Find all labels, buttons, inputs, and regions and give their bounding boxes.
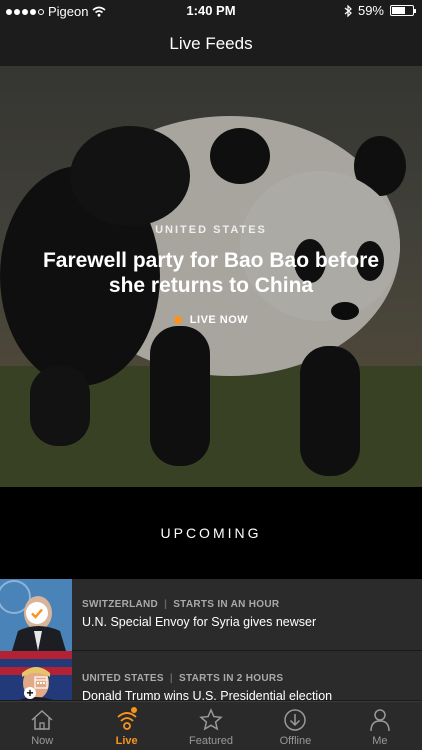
- item-meta: SWITZERLAND | STARTS IN AN HOUR: [82, 599, 279, 610]
- item-title: U.N. Special Envoy for Syria gives newse…: [82, 615, 317, 629]
- upcoming-label: UPCOMING: [160, 525, 262, 541]
- item-start-time: STARTS IN AN HOUR: [173, 599, 280, 610]
- hero-region: UNITED STATES: [155, 224, 267, 236]
- reminder-set-badge[interactable]: [26, 602, 48, 624]
- battery-level: [392, 7, 405, 14]
- tab-label: Now: [31, 735, 54, 747]
- hero-text: UNITED STATES Farewell party for Bao Bao…: [0, 224, 422, 329]
- live-now-label: LIVE NOW: [189, 314, 249, 326]
- hero-live-feed[interactable]: UNITED STATES Farewell party for Bao Bao…: [0, 66, 422, 487]
- tab-label: Featured: [189, 735, 234, 747]
- status-right: 59%: [344, 3, 416, 18]
- home-icon: [31, 709, 53, 730]
- page-title: Live Feeds: [169, 34, 253, 53]
- bluetooth-icon: [344, 4, 352, 17]
- item-start-time: STARTS IN 2 HOURS: [178, 673, 284, 684]
- download-icon: [284, 709, 307, 731]
- calendar-add-icon: [34, 676, 48, 689]
- upcoming-header: UPCOMING: [0, 487, 422, 579]
- item-region: UNITED STATES: [82, 673, 164, 684]
- tab-me[interactable]: Me: [338, 702, 422, 750]
- tab-offline[interactable]: Offline: [253, 702, 337, 750]
- meta-divider: |: [169, 673, 173, 684]
- star-icon: [199, 708, 223, 731]
- hero-title: Farewell party for Bao Bao before she re…: [42, 249, 380, 297]
- item-region: SWITZERLAND: [82, 599, 159, 610]
- tab-live[interactable]: Live: [84, 702, 168, 750]
- tab-now[interactable]: Now: [0, 702, 84, 750]
- tab-bar: Now Live Featured Offline Me: [0, 701, 422, 750]
- tab-featured[interactable]: Featured: [169, 702, 253, 750]
- item-title: Donald Trump wins U.S. Presidential elec…: [82, 689, 333, 701]
- nav-bar: Live Feeds: [0, 22, 422, 66]
- battery-percent: 59%: [357, 3, 384, 18]
- meta-divider: |: [164, 599, 168, 610]
- upcoming-item[interactable]: SWITZERLAND | STARTS IN AN HOUR U.N. Speci…: [0, 579, 422, 651]
- item-meta: UNITED STATES | STARTS IN 2 HOURS: [82, 673, 283, 684]
- live-dot-icon: [173, 316, 182, 324]
- live-now-indicator: LIVE NOW: [173, 314, 249, 326]
- check-icon: [31, 608, 43, 619]
- upcoming-item[interactable]: + UNITED STATES | STARTS IN 2 HOURS Donald…: [0, 651, 422, 701]
- status-bar: Pigeon 1:40 PM 59%: [0, 0, 422, 22]
- plus-icon: +: [26, 686, 34, 700]
- tab-label: Live: [115, 735, 138, 747]
- battery-icon: [390, 5, 416, 16]
- tab-label: Me: [372, 735, 388, 747]
- tab-label: Offline: [279, 735, 312, 747]
- person-icon: [370, 709, 390, 732]
